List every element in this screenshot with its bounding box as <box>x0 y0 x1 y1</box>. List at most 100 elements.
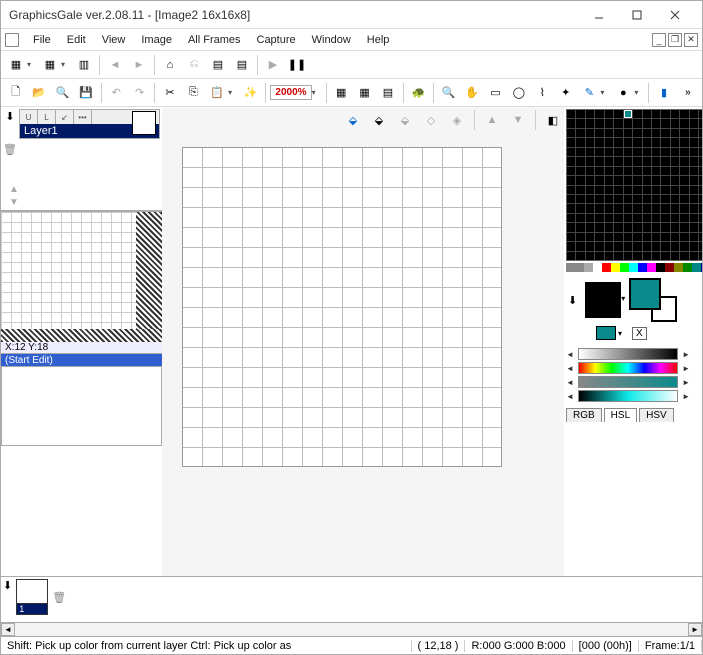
lasso-button[interactable]: ⌇ <box>532 82 553 104</box>
scroll-right-button[interactable]: ► <box>688 623 702 636</box>
grid-split-button[interactable]: ▤ <box>377 82 398 104</box>
mdi-restore-button[interactable]: ❐ <box>668 33 682 47</box>
wand-button[interactable]: ✦ <box>555 82 576 104</box>
undo-button[interactable]: ↶ <box>106 82 127 104</box>
turtle-icon[interactable]: 🐢 <box>408 82 429 104</box>
redo-button[interactable]: ↷ <box>129 82 150 104</box>
mdi-close-button[interactable]: ✕ <box>684 33 698 47</box>
download-palette-icon[interactable]: ⬇ <box>568 294 577 307</box>
select-rect-button[interactable]: ▭ <box>485 82 506 104</box>
hand-tool-button[interactable]: ✋ <box>461 82 482 104</box>
color-sliders: ◄►255 ◄►180 ◄►100 ◄►25 <box>566 346 702 404</box>
frames-icon-1[interactable]: ⌂ <box>159 54 181 76</box>
move-down-button[interactable]: ▼ <box>507 109 529 131</box>
minimize-button[interactable] <box>580 4 618 26</box>
tab-rgb[interactable]: RGB <box>566 408 602 422</box>
menu-allframes[interactable]: All Frames <box>180 31 249 49</box>
slider-row-1[interactable]: ◄►180 <box>566 362 702 374</box>
layer-tab-3[interactable]: ↙ <box>56 110 74 124</box>
menu-image[interactable]: Image <box>133 31 180 49</box>
frame-label: 1 <box>17 604 47 614</box>
layer-up-button[interactable]: ▲ <box>9 184 160 195</box>
layer-tab-more[interactable]: ••• <box>74 110 92 124</box>
open-file-button[interactable]: 📂 <box>28 82 49 104</box>
download-icon[interactable]: ⬇ <box>3 109 17 123</box>
save-button[interactable]: 💾 <box>75 82 96 104</box>
edit-list <box>1 366 162 446</box>
pen-tool-button[interactable]: ✎▾ <box>578 82 610 104</box>
zoom-tool-button[interactable]: 🔍 <box>438 82 459 104</box>
frame-trash-icon[interactable]: 🗑 <box>52 591 66 604</box>
frames-icon-2[interactable]: ⎌ <box>183 54 205 76</box>
brush-tool-button[interactable]: ●▾ <box>612 82 644 104</box>
swatch-pair[interactable] <box>629 278 677 322</box>
flood-fill-2-button[interactable]: ⬙ <box>368 109 390 131</box>
flood-fill-5-button[interactable]: ◈ <box>446 109 468 131</box>
slider-row-3[interactable]: ◄►25 <box>566 390 702 402</box>
layer-row[interactable]: Layer1 <box>20 124 159 138</box>
copy-button[interactable]: ⎘ <box>183 82 204 104</box>
menu-view[interactable]: View <box>94 31 134 49</box>
flood-fill-1-button[interactable]: ⬙ <box>342 109 364 131</box>
toolbar-overflow-button[interactable]: » <box>677 82 698 104</box>
frames-tool-2[interactable]: ▦▾ <box>39 54 71 76</box>
mini-swatch-dropdown[interactable]: ▾ <box>618 329 622 338</box>
zoom-dropdown[interactable]: 2000%▾ <box>270 85 321 100</box>
toolbar-main: 🗋 📂 🔍 💾 ↶ ↷ ✂ ⎘ 📋▾ ✨ 2000%▾ ▦ ▦ ▤ 🐢 🔍 ✋ … <box>1 79 702 107</box>
frame-item[interactable]: 1 <box>16 579 48 615</box>
cut-button[interactable]: ✂ <box>159 82 180 104</box>
pause-button[interactable]: ❚❚ <box>286 54 308 76</box>
trash-icon[interactable]: 🗑 <box>3 143 160 156</box>
preview-canvas[interactable] <box>1 212 162 342</box>
grid-button[interactable]: ▦ <box>331 82 352 104</box>
layer-tab-u[interactable]: U <box>20 110 38 124</box>
scroll-track[interactable] <box>15 623 688 636</box>
menu-edit[interactable]: Edit <box>59 31 94 49</box>
status-pos: ( 12,18 ) <box>412 640 466 652</box>
fg-swatch[interactable] <box>629 278 661 310</box>
prev-frame-button[interactable]: ◄ <box>104 54 126 76</box>
swap-colors-button[interactable]: X <box>632 327 647 340</box>
menu-window[interactable]: Window <box>304 31 359 49</box>
frames-icon-3[interactable]: ▤ <box>207 54 229 76</box>
swatch-area: ⬇ ▾ <box>566 278 702 322</box>
pixel-canvas[interactable] <box>182 147 502 467</box>
layer-tab-l[interactable]: L <box>38 110 56 124</box>
paste-button[interactable]: 📋▾ <box>206 82 238 104</box>
play-button[interactable]: ▶ <box>262 54 284 76</box>
color-mode-tabs: RGB HSL HSV <box>566 408 702 422</box>
tab-hsl[interactable]: HSL <box>604 408 637 422</box>
maximize-button[interactable] <box>618 4 656 26</box>
mdi-minimize-button[interactable]: _ <box>652 33 666 47</box>
mini-swatch[interactable] <box>596 326 616 340</box>
frames-tool-3[interactable]: ▥ <box>73 54 95 76</box>
effects-button[interactable]: ✨ <box>240 82 261 104</box>
new-file-button[interactable]: 🗋 <box>5 82 26 104</box>
menu-capture[interactable]: Capture <box>249 31 304 49</box>
eraser-button[interactable]: ◧ <box>542 109 564 131</box>
menu-file[interactable]: File <box>25 31 59 49</box>
layer-list[interactable]: U L ↙ ••• Layer1 <box>19 109 160 139</box>
color-tool-button[interactable]: ▮ <box>653 82 674 104</box>
frames-tool-1[interactable]: ▦▾ <box>5 54 37 76</box>
flood-fill-4-button[interactable]: ◇ <box>420 109 442 131</box>
menu-help[interactable]: Help <box>359 31 398 49</box>
foreground-swatch[interactable]: ▾ <box>585 282 621 318</box>
tab-hsv[interactable]: HSV <box>639 408 674 422</box>
grid-dashed-button[interactable]: ▦ <box>354 82 375 104</box>
move-up-button[interactable]: ▲ <box>481 109 503 131</box>
next-frame-button[interactable]: ► <box>128 54 150 76</box>
select-oval-button[interactable]: ◯ <box>508 82 529 104</box>
frame-download-icon[interactable]: ⬇ <box>3 579 12 592</box>
scroll-left-button[interactable]: ◄ <box>1 623 15 636</box>
spectrum-row[interactable] <box>566 263 702 272</box>
flood-fill-3-button[interactable]: ⬙ <box>394 109 416 131</box>
frame-scrollbar[interactable]: ◄ ► <box>1 622 702 636</box>
frames-icon-4[interactable]: ▤ <box>231 54 253 76</box>
close-button[interactable] <box>656 4 694 26</box>
layer-down-button[interactable]: ▼ <box>9 197 160 208</box>
slider-row-2[interactable]: ◄►100 <box>566 376 702 388</box>
color-palette[interactable] <box>566 109 702 261</box>
magnifier-button[interactable]: 🔍 <box>52 82 73 104</box>
slider-row-0[interactable]: ◄►255 <box>566 348 702 360</box>
